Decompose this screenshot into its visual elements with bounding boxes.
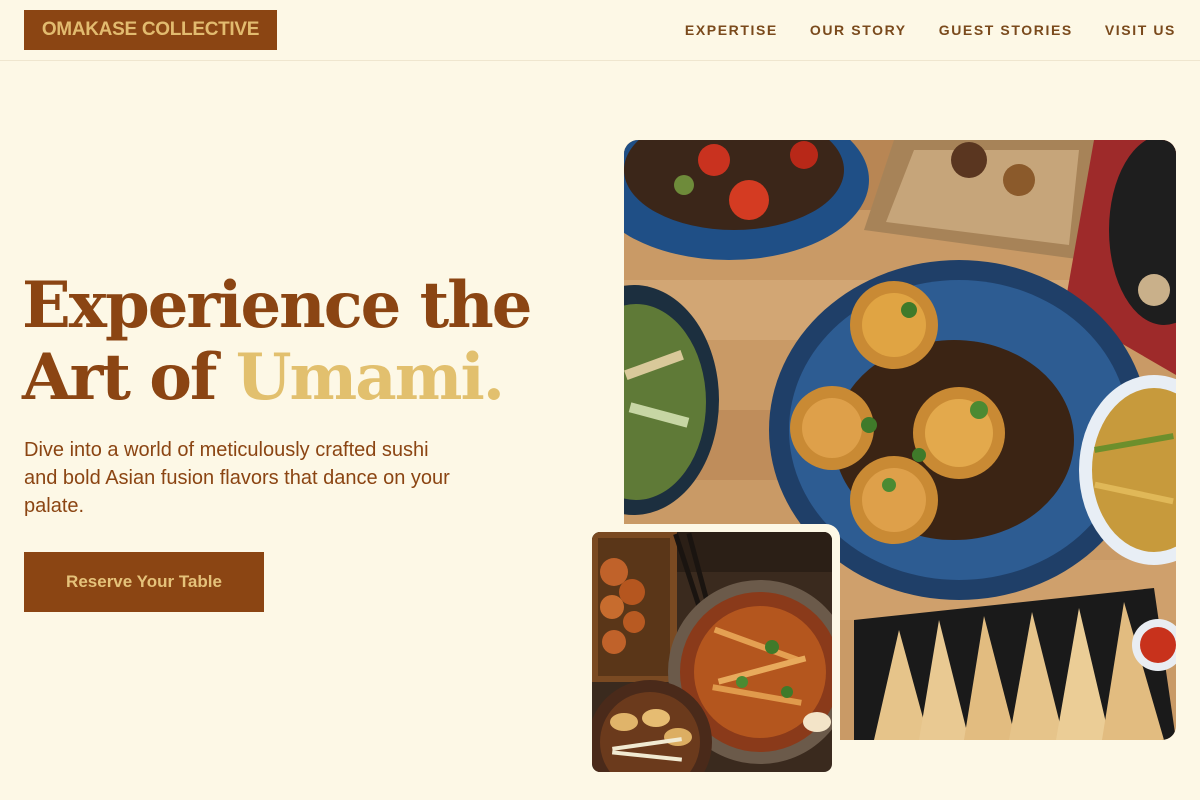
reserve-table-button[interactable]: Reserve Your Table: [24, 552, 264, 612]
ramen-image: [592, 532, 832, 772]
brand-logo[interactable]: OMAKASE COLLECTIVE: [24, 10, 277, 50]
hero-title: Experience the Art of Umami.: [22, 270, 582, 414]
ramen-and-gyoza-photo-icon: [592, 532, 832, 772]
nav-link-our-story[interactable]: OUR STORY: [810, 22, 907, 38]
site-header: OMAKASE COLLECTIVE EXPERTISE OUR STORY G…: [0, 0, 1200, 61]
hero-title-accent: Umami.: [235, 340, 505, 415]
main-nav: EXPERTISE OUR STORY GUEST STORIES VISIT …: [685, 21, 1176, 39]
hero-title-line2: Art of: [22, 340, 236, 415]
nav-link-visit-us[interactable]: VISIT US: [1105, 22, 1176, 38]
hero-title-line1: Experience the: [22, 268, 532, 343]
nav-link-expertise[interactable]: EXPERTISE: [685, 22, 778, 38]
hero-subtitle: Dive into a world of meticulously crafte…: [24, 439, 450, 517]
nav-link-guest-stories[interactable]: GUEST STORIES: [939, 22, 1073, 38]
